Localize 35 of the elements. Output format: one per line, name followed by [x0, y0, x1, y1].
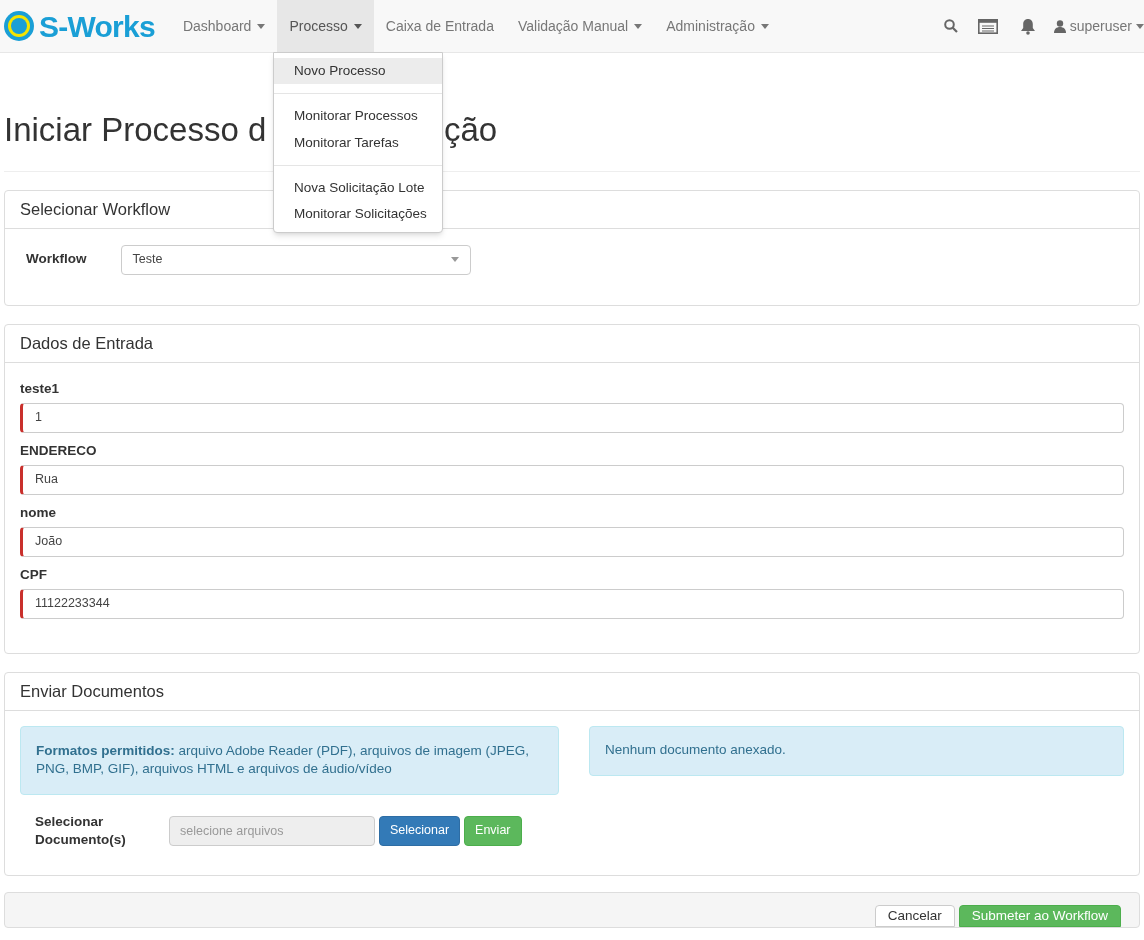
- user-menu[interactable]: superuser: [1047, 15, 1144, 37]
- field-label: CPF: [20, 565, 48, 584]
- dropdown-item[interactable]: Novo Processo: [274, 58, 442, 85]
- panel-title: Selecionar Workflow: [20, 198, 171, 220]
- text-field[interactable]: 1: [20, 402, 1124, 433]
- nav-menu-item[interactable]: Dashboard: [170, 0, 278, 52]
- workflow-select[interactable]: Teste: [120, 244, 471, 275]
- info-notice: Nenhum documento anexado.: [589, 725, 1124, 776]
- field-label: nome: [20, 503, 57, 522]
- select-button[interactable]: Selecionar: [379, 815, 461, 846]
- field-label: teste1: [20, 379, 61, 398]
- page-title: Iniciar Processo d: [4, 111, 267, 148]
- info-notice: Formatos permitidos: arquivo Adobe Reader (PDF), arquivos de imagem (JPEG, PNG, BMP, GIF), arquivos HTML e arquivos de áudio/vídeo: [20, 725, 559, 795]
- caret-icon: [450, 257, 459, 262]
- text-field[interactable]: 11122233344: [20, 588, 1124, 619]
- caret-icon: [1136, 23, 1144, 29]
- text-field[interactable]: João: [20, 526, 1124, 557]
- nav-menu-item[interactable]: Validação Manual: [505, 0, 655, 52]
- nav-menu-item[interactable]: Processo: [277, 0, 374, 52]
- dropdown-item[interactable]: Monitorar Processos: [274, 103, 442, 130]
- panel-title: Dados de Entrada: [20, 332, 153, 354]
- nav-menu-item[interactable]: Administração: [654, 0, 781, 52]
- field-label: Selecionar Documento(s): [35, 812, 127, 849]
- logo-icon: [3, 10, 35, 42]
- field-label: Workflow: [26, 250, 87, 269]
- field-label: ENDERECO: [20, 441, 98, 460]
- page-title: ção: [444, 110, 498, 150]
- dropdown-item[interactable]: Monitorar Solicitações: [274, 201, 442, 228]
- text-field[interactable]: Rua: [20, 464, 1124, 495]
- dropdown-item[interactable]: Nova Solicitação Lote: [274, 174, 442, 201]
- nav-menu-item[interactable]: Caixa de Entrada: [373, 0, 506, 52]
- user-icon: [1053, 19, 1066, 33]
- panel-title: Enviar Documentos: [20, 680, 164, 702]
- dropdown-item[interactable]: Monitorar Tarefas: [274, 129, 442, 156]
- cancel-button[interactable]: Cancelar: [874, 904, 955, 927]
